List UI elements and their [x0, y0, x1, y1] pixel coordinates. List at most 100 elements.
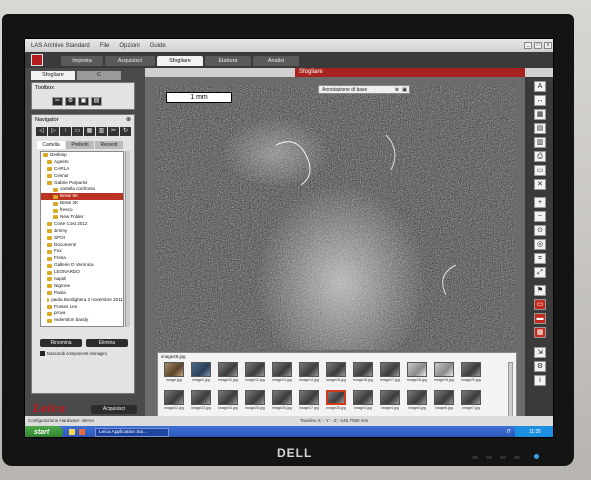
thumbnail[interactable]: image16.jpg [351, 362, 375, 387]
monitor-button[interactable] [472, 456, 478, 459]
annotation-close-icon[interactable]: ⊗ [395, 86, 399, 94]
tab-sfogliare[interactable]: Sfogliare [157, 56, 203, 66]
menu-opzioni[interactable]: Opzioni [119, 43, 139, 49]
tree-item[interactable]: redemtion bandy [41, 317, 123, 324]
nascondi-checkbox[interactable] [40, 351, 45, 356]
rinomina-button[interactable]: Rinomina [40, 339, 82, 347]
tree-item[interactable]: cartella confronto [41, 186, 123, 193]
thumbnail[interactable]: image7.jpg [459, 390, 483, 415]
thumbnail[interactable]: image22.jpg [162, 390, 186, 415]
tab-left-sfogliare[interactable]: Sfogliare [31, 71, 75, 80]
tree-item[interactable]: LEONARDO [41, 269, 123, 276]
flag-icon[interactable]: ⚑ [534, 285, 546, 296]
thumbnail[interactable]: image10.jpg [216, 362, 240, 387]
info-icon[interactable]: i [534, 375, 546, 386]
tree-item[interactable]: prova [41, 310, 123, 317]
folder-tree[interactable]: Desktop Agneto CARLA Cesnur Gabrie Purpurini… [40, 151, 124, 327]
thumbnail[interactable]: image17.jpg [378, 362, 402, 387]
close-button[interactable]: x [544, 42, 552, 49]
thumbnail[interactable]: image2.jpg [189, 362, 213, 387]
quicklaunch-icon[interactable] [69, 429, 75, 435]
tab-imposta[interactable]: Imposta [61, 56, 103, 66]
text-tool-icon[interactable]: A [534, 81, 546, 92]
language-indicator[interactable]: IT [507, 429, 511, 435]
view-single-icon[interactable]: ▭ [534, 299, 546, 310]
thumbnail[interactable]: image13.jpg [270, 362, 294, 387]
view-grid-icon[interactable]: ▦ [534, 327, 546, 338]
tab-elabora[interactable]: Elabora [205, 56, 251, 66]
zoom-fit-icon[interactable]: ⊙ [534, 225, 546, 236]
zoom-actual-icon[interactable]: ◎ [534, 239, 546, 250]
thumbnail[interactable]: image25.jpg [243, 390, 267, 415]
tree-scrollbar[interactable] [125, 151, 130, 327]
tree-item[interactable]: SPOI [41, 235, 123, 242]
crop-icon[interactable]: ⌗ [534, 253, 546, 264]
thumbnail[interactable]: image3.jpg [351, 390, 375, 415]
measure-icon[interactable]: ↔ [534, 95, 546, 106]
maximize-button[interactable]: □ [534, 42, 542, 49]
thumbnail[interactable]: image5.jpg [405, 390, 429, 415]
menu-guide[interactable]: Guide [150, 43, 166, 49]
subtab-recenti[interactable]: Recenti [95, 141, 123, 149]
save-icon[interactable]: ▭ [534, 165, 546, 176]
tree-item[interactable]: Agneto [41, 159, 123, 166]
tree-item[interactable]: paola Bordighera 2 novembre 2011 [41, 297, 123, 304]
tool-icon-4[interactable]: ▤ [91, 97, 102, 106]
tree-item[interactable]: Pontes Leo [41, 304, 123, 311]
tree-item[interactable]: Cesnur [41, 173, 123, 180]
tab-left-c[interactable]: C [77, 71, 121, 80]
tree-item[interactable]: Bessi 5K [41, 193, 123, 201]
thumbnail[interactable]: image27.jpg [297, 390, 321, 415]
tree-item[interactable]: Gallerie D Veronica [41, 262, 123, 269]
tree-item[interactable]: Fresa [41, 255, 123, 262]
thumbs-icon[interactable]: ▥ [96, 127, 107, 136]
view-strip-icon[interactable]: ▬ [534, 313, 546, 324]
thumb-scrollbar[interactable] [508, 362, 513, 420]
taskbar-item-leica[interactable]: Leica Application Sui... [95, 428, 169, 437]
forward-icon[interactable]: ▷ [48, 127, 59, 136]
thumbnail[interactable]: image20.jpg [459, 362, 483, 387]
tree-item[interactable]: Fox [41, 248, 123, 255]
grid-icon[interactable]: ▦ [84, 127, 95, 136]
tree-item[interactable]: Documenti [41, 242, 123, 249]
refresh-icon[interactable]: ↻ [120, 127, 131, 136]
monitor-button[interactable] [514, 456, 520, 459]
acquisisci-button[interactable]: Acquisisci [91, 405, 137, 414]
thumbnail[interactable]: image28.jpg [324, 390, 348, 415]
export-icon[interactable]: ⇲ [534, 347, 546, 358]
tree-item[interactable]: Gabrie Purpurini [41, 180, 123, 187]
cut-icon[interactable]: ✂ [108, 127, 119, 136]
microscope-image[interactable]: 1 mm Annotazione di base ⊗ ▣ [156, 85, 516, 350]
menu-file[interactable]: File [100, 43, 110, 49]
thumbnail[interactable]: image15.jpg [324, 362, 348, 387]
compare-icon[interactable]: ▥ [534, 137, 546, 148]
start-button[interactable]: start [25, 426, 63, 437]
tree-item[interactable]: Bessi 2K [41, 200, 123, 207]
annotation-toolbar[interactable]: Annotazione di base ⊗ ▣ [318, 85, 410, 94]
tree-item[interactable]: New Folder [41, 214, 123, 221]
minimize-button[interactable]: _ [524, 42, 532, 49]
thumbnail[interactable]: image26.jpg [270, 390, 294, 415]
tree-item[interactable]: Nigrone [41, 283, 123, 290]
tree-item[interactable]: fresco [41, 207, 123, 214]
thumbnail[interactable]: image12.jpg [243, 362, 267, 387]
settings-icon[interactable]: ⚙ [534, 361, 546, 372]
zoom-in-icon[interactable]: + [534, 197, 546, 208]
tree-item[interactable]: napoli [41, 276, 123, 283]
camera-icon[interactable]: ▣ [402, 86, 407, 94]
zoom-out-icon[interactable]: − [534, 211, 546, 222]
thumbnail[interactable]: image24.jpg [216, 390, 240, 415]
tree-item[interactable]: Desktop [41, 152, 123, 159]
thumbnail[interactable]: image4.jpg [378, 390, 402, 415]
folder-new-icon[interactable]: ▭ [72, 127, 83, 136]
delete-icon[interactable]: ✕ [534, 179, 546, 190]
navigator-close-icon[interactable]: ⊗ [126, 116, 131, 123]
elimina-button[interactable]: Elimina [86, 339, 128, 347]
back-icon[interactable]: ◁ [36, 127, 47, 136]
grid-view-icon[interactable]: ▦ [534, 109, 546, 120]
tree-item[interactable]: CARLA [41, 166, 123, 173]
thumbnail[interactable]: image6.jpg [432, 390, 456, 415]
tree-item[interactable]: Corte Cost 2012 [41, 221, 123, 228]
thumbnail[interactable]: image.jpg [162, 362, 186, 387]
thumbnail[interactable]: image23.jpg [189, 390, 213, 415]
